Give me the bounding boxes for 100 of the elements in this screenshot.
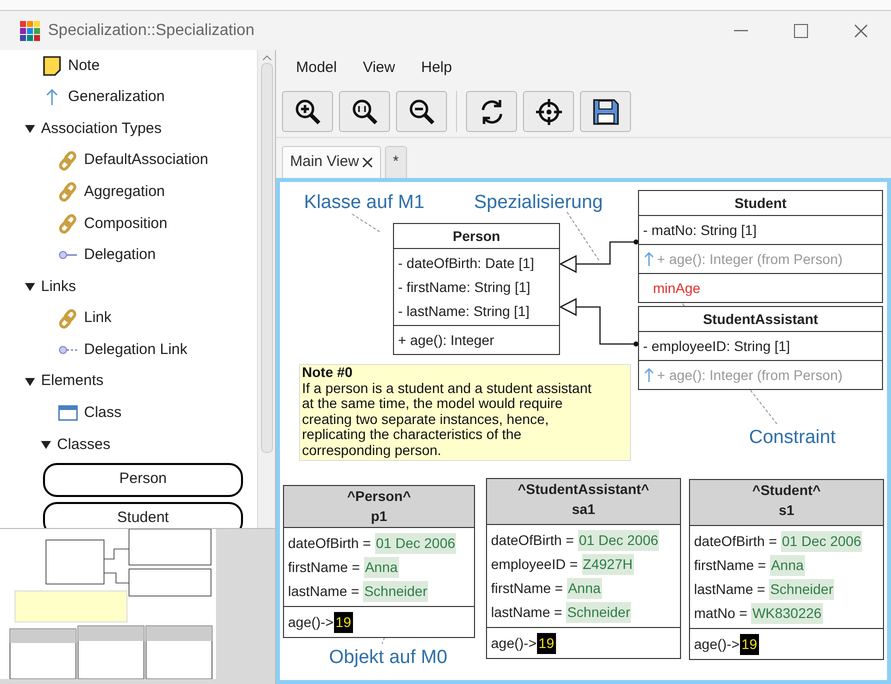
slot-value: Anna	[770, 554, 805, 576]
class-member: - firstName: String [1]	[398, 278, 530, 297]
arrow-up-icon	[643, 251, 655, 267]
scroll-up-icon	[262, 55, 272, 61]
zoom-in-icon	[294, 98, 322, 126]
object-name: sa1	[572, 500, 596, 519]
circle-line-icon	[58, 250, 78, 260]
slot-name: dateOfBirth =	[694, 532, 777, 550]
toolbar-button[interactable]	[523, 91, 574, 132]
toolbar-button[interactable]	[580, 91, 631, 132]
close-icon	[854, 24, 868, 38]
class-name: StudentAssistant	[702, 310, 818, 328]
minimize-icon	[734, 30, 748, 32]
slot-name: lastName =	[491, 602, 562, 622]
window-icon	[58, 405, 78, 422]
annotation-label: Spezialisierung	[474, 191, 603, 215]
slot-name: matNo =	[694, 604, 748, 622]
class-member: - employeeID: String [1]	[643, 336, 790, 356]
slot-name: dateOfBirth =	[288, 534, 371, 552]
slot-value: 01 Dec 2006	[578, 530, 660, 550]
tab-label[interactable]: Main View	[290, 151, 359, 174]
tree-group-label[interactable]: Classes	[57, 434, 110, 456]
slot-value: 01 Dec 2006	[374, 532, 456, 554]
operation-result: 19	[536, 632, 556, 654]
slot-value: WK830226	[751, 602, 823, 624]
tree-group-label[interactable]: Elements	[41, 370, 104, 393]
object-classifier: ^StudentAssistant^	[518, 480, 650, 499]
expanded-triangle-icon[interactable]	[41, 440, 51, 450]
operation-name: age()->	[694, 634, 740, 654]
object-name: s1	[778, 501, 794, 520]
class-member: + age(): Integer	[398, 330, 494, 350]
inherited-operation: + age(): Integer (from Person)	[657, 250, 843, 269]
class-name: Person	[452, 226, 500, 246]
slot-name: firstName =	[288, 558, 360, 576]
tab[interactable]: *	[384, 146, 407, 178]
slot-value: Anna	[566, 578, 602, 598]
note-title: Note #0	[302, 365, 354, 380]
expanded-triangle-icon[interactable]	[25, 124, 35, 134]
slot-value: 01 Dec 2006	[780, 530, 862, 552]
toolbar-button[interactable]	[396, 91, 447, 132]
slot-value: Schneider	[363, 580, 428, 602]
slot-name: lastName =	[288, 582, 360, 600]
slot-value: Schneider	[769, 578, 834, 600]
tree-item[interactable]: Class	[84, 402, 122, 425]
note-icon	[43, 56, 61, 76]
class-member: - matNo: String [1]	[643, 220, 757, 240]
class-name: Student	[734, 194, 787, 212]
menu-item[interactable]: Help	[421, 56, 452, 80]
operation-name: age()->	[491, 634, 537, 653]
scrollbar[interactable]	[257, 50, 275, 528]
menu-item[interactable]: View	[362, 56, 396, 80]
class-palette-button[interactable]: Student	[43, 502, 243, 528]
close-icon[interactable]	[362, 157, 373, 168]
slot-name: employeeID =	[491, 554, 578, 574]
class-member: - dateOfBirth: Date [1]	[398, 254, 534, 273]
inherited-operation: + age(): Integer (from Person)	[657, 366, 843, 385]
slot-name: firstName =	[694, 556, 766, 574]
expanded-triangle-icon[interactable]	[25, 376, 35, 387]
menu-item[interactable]: Model	[296, 56, 337, 80]
circle-dashed-line-icon	[58, 345, 78, 356]
tree-group-label[interactable]: Association Types	[41, 118, 162, 140]
chain-link-icon	[58, 214, 78, 234]
toolbar-button[interactable]	[466, 91, 517, 132]
chain-link-icon	[58, 150, 78, 171]
crosshair-icon	[534, 98, 562, 126]
tree-item[interactable]: Generalization	[68, 86, 165, 109]
object-classifier: ^Person^	[347, 487, 411, 506]
class-palette-button[interactable]: Person	[43, 462, 243, 497]
toolbar-button[interactable]	[339, 91, 390, 132]
object-name: p1	[370, 507, 388, 526]
toolbar-button[interactable]	[282, 91, 333, 132]
object-classifier: ^Student^	[752, 481, 821, 500]
slot-name: dateOfBirth =	[491, 530, 574, 550]
tab-label[interactable]: *	[392, 151, 399, 174]
annotation-label: Objekt auf M0	[329, 646, 448, 670]
tree-item[interactable]: Note	[68, 54, 100, 78]
arrow-up-icon	[45, 88, 59, 106]
operation-name: age()->	[288, 612, 334, 632]
tree-item[interactable]: Delegation Link	[84, 338, 188, 362]
tree-item[interactable]: DefaultAssociation	[84, 149, 208, 172]
app-grid-icon	[20, 20, 40, 40]
slot-name: lastName =	[694, 580, 766, 598]
tree-item[interactable]: Link	[84, 307, 112, 330]
arrow-up-icon	[643, 367, 655, 383]
slot-value: Schneider	[566, 602, 632, 622]
tree-item[interactable]: Aggregation	[84, 180, 165, 204]
slot-name: firstName =	[491, 578, 563, 598]
zoom-out-icon	[408, 98, 436, 126]
chain-link-icon	[58, 182, 78, 202]
tree-group-label[interactable]: Links	[41, 276, 76, 298]
operation-result: 19	[740, 634, 760, 654]
tab[interactable]: Main View	[282, 146, 381, 178]
chain-link-icon	[58, 308, 78, 329]
tree-item[interactable]: Delegation	[84, 244, 156, 267]
zoom-actual-size-icon	[350, 98, 378, 126]
annotation-label: Klasse auf M1	[304, 191, 424, 215]
operation-result: 19	[334, 612, 354, 632]
class-member: - lastName: String [1]	[398, 302, 530, 321]
tree-item[interactable]: Composition	[84, 212, 168, 236]
expanded-triangle-icon[interactable]	[25, 282, 35, 292]
